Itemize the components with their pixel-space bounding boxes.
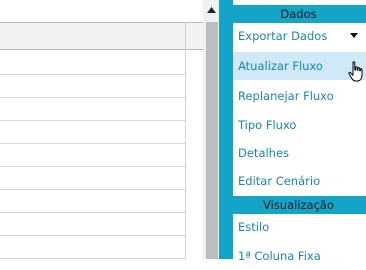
menu-item-estilo[interactable]: Estilo — [233, 213, 366, 241]
grid-column-divider — [185, 22, 186, 259]
table-row[interactable] — [0, 235, 185, 236]
menu-item-atualizar-fluxo[interactable]: Atualizar Fluxo — [233, 52, 366, 80]
grid-header-row[interactable] — [0, 22, 203, 50]
data-grid — [0, 0, 203, 259]
menu-item-editar-cenario[interactable]: Editar Cenário — [233, 167, 366, 195]
menu-item-label: Replanejar Fluxo — [238, 89, 334, 103]
scroll-up-arrow-icon — [206, 7, 216, 13]
menu-item-label: Detalhes — [238, 146, 290, 160]
menu-item-label: Estilo — [238, 220, 270, 234]
menu-item-detalhes[interactable]: Detalhes — [233, 139, 366, 167]
scroll-track[interactable] — [206, 22, 218, 259]
table-row[interactable] — [0, 97, 185, 98]
section-header-dados: Dados — [219, 5, 366, 23]
menu-item-label: Editar Cenário — [238, 174, 321, 188]
table-row[interactable] — [0, 166, 185, 167]
dropdown-triangle-icon — [350, 33, 358, 38]
panel-accent-bar — [219, 0, 233, 259]
vertical-scrollbar[interactable] — [203, 0, 219, 259]
menu-item-replanejar-fluxo[interactable]: Replanejar Fluxo — [233, 82, 366, 110]
menu-item-exportar-dados[interactable]: Exportar Dados — [233, 22, 366, 50]
side-panel: Dados Exportar Dados Atualizar Fluxo Rep… — [219, 0, 366, 263]
scroll-thumb[interactable] — [206, 22, 218, 259]
menu-item-primeira-coluna-fixa[interactable]: 1ª Coluna Fixa — [233, 242, 366, 270]
section-header-visualizacao: Visualização — [219, 196, 366, 214]
menu-item-tipo-fluxo[interactable]: Tipo Fluxo — [233, 111, 366, 139]
table-row[interactable] — [0, 120, 185, 121]
table-row[interactable] — [0, 212, 185, 213]
menu-item-label: Atualizar Fluxo — [238, 59, 323, 73]
table-row[interactable] — [0, 189, 185, 190]
scroll-up-button[interactable] — [203, 0, 219, 20]
table-row[interactable] — [0, 74, 185, 75]
menu-item-label: Exportar Dados — [238, 29, 328, 43]
table-row[interactable] — [0, 143, 185, 144]
hand-pointer-icon — [348, 61, 363, 82]
menu-item-label: Tipo Fluxo — [238, 118, 297, 132]
menu-item-label: 1ª Coluna Fixa — [238, 249, 321, 263]
